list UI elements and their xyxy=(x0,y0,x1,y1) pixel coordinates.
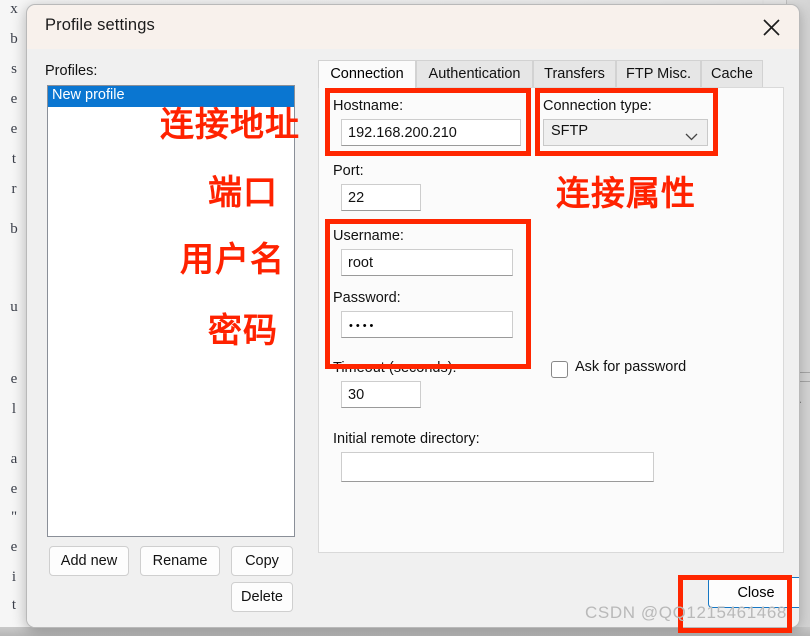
dialog-title: Profile settings xyxy=(45,16,155,34)
profile-settings-dialog: Profile settings Profiles: New profile A… xyxy=(26,4,800,628)
username-label: Username: xyxy=(333,228,404,244)
initial-remote-directory-input[interactable] xyxy=(341,452,654,482)
profiles-label: Profiles: xyxy=(45,63,98,79)
password-masked-value: •••• xyxy=(349,320,377,332)
background-text-fragment: t xyxy=(11,151,17,167)
password-input[interactable]: •••• xyxy=(341,311,513,338)
background-text-fragment: i xyxy=(11,569,17,585)
connection-type-label: Connection type: xyxy=(543,98,652,114)
timeout-input[interactable] xyxy=(341,381,421,408)
background-text-fragment: r xyxy=(11,181,17,197)
add-new-button[interactable]: Add new xyxy=(49,546,129,576)
list-item[interactable]: New profile xyxy=(48,86,294,107)
tab-authentication[interactable]: Authentication xyxy=(416,60,533,88)
dialog-titlebar: Profile settings xyxy=(27,5,799,50)
background-text-fragment: l xyxy=(11,401,17,417)
background-text-fragment: " xyxy=(10,509,18,525)
username-input[interactable] xyxy=(341,249,513,276)
profiles-listbox[interactable]: New profile xyxy=(47,85,295,537)
tab-connection[interactable]: Connection xyxy=(318,60,416,88)
rename-button[interactable]: Rename xyxy=(140,546,220,576)
background-text-fragment: t xyxy=(11,597,17,613)
background-text-column: x b s e e t r b u e l a e " e i t xyxy=(2,0,26,636)
ask-for-password-checkbox[interactable] xyxy=(551,361,568,378)
background-text-fragment: e xyxy=(10,121,18,137)
connection-tab-panel: Hostname: Connection type: SFTP Port: Us… xyxy=(318,87,784,553)
hostname-input[interactable] xyxy=(341,119,521,146)
port-input[interactable] xyxy=(341,184,421,211)
port-label: Port: xyxy=(333,163,364,179)
background-text-fragment: b xyxy=(10,221,18,237)
background-text-fragment: u xyxy=(10,299,18,315)
hostname-label: Hostname: xyxy=(333,98,404,114)
ask-for-password-label: Ask for password xyxy=(575,359,687,375)
tab-transfers[interactable]: Transfers xyxy=(533,60,616,88)
dialog-body: Profiles: New profile Add new Rename Cop… xyxy=(27,49,799,627)
delete-button[interactable]: Delete xyxy=(231,582,293,612)
background-text-fragment: e xyxy=(10,539,18,555)
tab-ftp-misc[interactable]: FTP Misc. xyxy=(616,60,701,88)
background-text-fragment: e xyxy=(10,371,18,387)
close-x-icon[interactable] xyxy=(751,10,791,44)
connection-type-value: SFTP xyxy=(551,123,589,139)
timeout-label: Timeout (seconds): xyxy=(333,360,457,376)
background-text-fragment: s xyxy=(11,61,17,77)
tab-cache[interactable]: Cache xyxy=(701,60,763,88)
background-text-fragment: x xyxy=(10,1,18,17)
copy-button[interactable]: Copy xyxy=(231,546,293,576)
close-button[interactable]: Close xyxy=(708,577,799,608)
password-label: Password: xyxy=(333,290,401,306)
background-bottom-bar xyxy=(0,627,810,636)
initial-remote-directory-label: Initial remote directory: xyxy=(333,431,480,447)
background-text-fragment: e xyxy=(10,91,18,107)
screen-root: xbseetrbuelae"eit ).. Profile settings P… xyxy=(0,0,810,636)
background-text-fragment: e xyxy=(10,481,18,497)
background-text-fragment: b xyxy=(10,31,18,47)
connection-type-select[interactable]: SFTP xyxy=(543,119,708,146)
chevron-down-icon xyxy=(685,129,698,145)
background-text-fragment: a xyxy=(10,451,18,467)
tab-bar: Connection Authentication Transfers FTP … xyxy=(318,60,784,88)
